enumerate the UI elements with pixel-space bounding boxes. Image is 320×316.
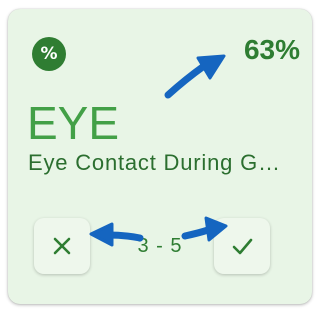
score-range: 3 - 5	[137, 235, 183, 257]
check-icon	[232, 238, 253, 255]
percentage-value: 63%	[243, 34, 300, 65]
metric-description: Eye Contact During Gr…	[28, 150, 284, 175]
metric-code: EYE	[27, 97, 120, 149]
accept-button[interactable]	[214, 218, 270, 274]
percent-icon: %	[32, 37, 66, 71]
percent-symbol: %	[40, 44, 58, 64]
